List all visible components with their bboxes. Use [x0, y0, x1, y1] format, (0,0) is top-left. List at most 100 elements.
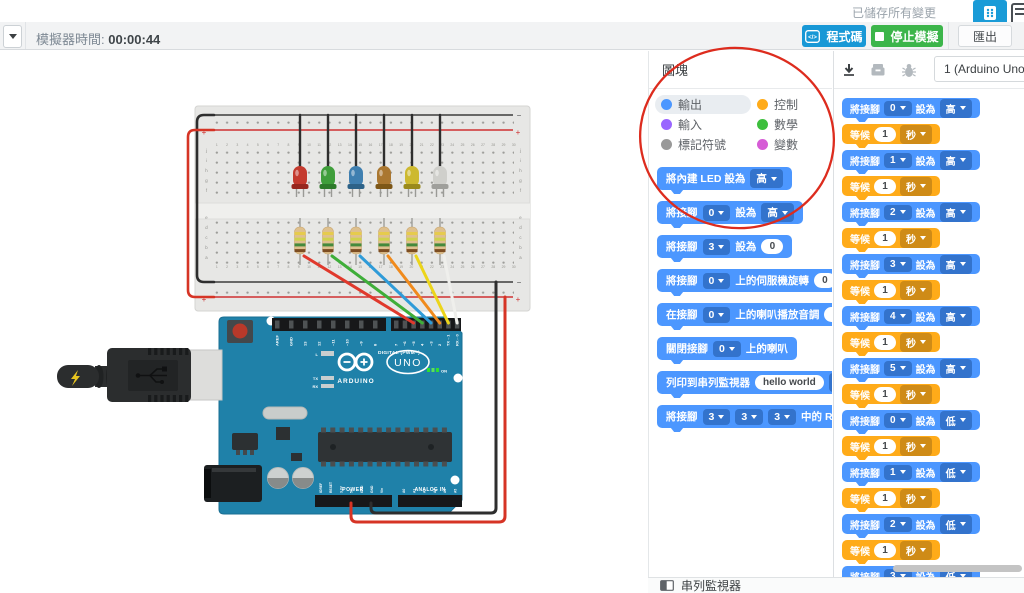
- block-dropdown[interactable]: 0: [703, 307, 731, 323]
- block-dropdown[interactable]: 0: [703, 205, 731, 221]
- block-dropdown[interactable]: 秒: [900, 229, 932, 248]
- block-input[interactable]: 1: [874, 491, 896, 506]
- block-dropdown[interactable]: 3: [703, 239, 731, 255]
- block-dropdown[interactable]: 秒: [900, 125, 932, 144]
- block-dropdown[interactable]: 高: [940, 307, 972, 326]
- block-dropdown[interactable]: 3: [735, 409, 763, 425]
- workspace-block[interactable]: 將接腳0設為低: [842, 410, 980, 430]
- block-input[interactable]: 1: [874, 387, 896, 402]
- block-dropdown[interactable]: 高: [940, 151, 972, 170]
- serial-monitor-bar[interactable]: 串列監視器: [648, 577, 1024, 593]
- block-dropdown[interactable]: 包含以下: [829, 373, 832, 392]
- block-input[interactable]: 1: [874, 127, 896, 142]
- block-dropdown[interactable]: 0: [884, 101, 912, 116]
- block-dropdown[interactable]: 低: [940, 515, 972, 534]
- block-dropdown[interactable]: 0: [713, 341, 741, 357]
- workspace-block[interactable]: 將接腳2設為低: [842, 514, 980, 534]
- arduino-uno-board[interactable]: AREFGND1312~11~10~987~6~54~32TX→1RX←0IOR…: [204, 317, 463, 515]
- palette-block[interactable]: 將接腳0設為高: [657, 201, 803, 224]
- block-dropdown[interactable]: 2: [884, 205, 912, 220]
- block-dropdown[interactable]: 秒: [900, 177, 932, 196]
- palette-block[interactable]: 將接腳3設為0: [657, 235, 792, 258]
- workspace-block[interactable]: 等候1秒: [842, 228, 940, 248]
- horizontal-scrollbar[interactable]: [893, 565, 1022, 572]
- workspace-block[interactable]: 等候1秒: [842, 488, 940, 508]
- code-button[interactable]: </> 程式碼: [802, 25, 866, 47]
- reset-button[interactable]: [227, 320, 253, 343]
- block-dropdown[interactable]: 5: [884, 361, 912, 376]
- block-dropdown[interactable]: 0: [703, 273, 731, 289]
- breadboard[interactable]: jjiihhggffeeddccbbaa11223344556677889910…: [188, 106, 530, 311]
- canvas-menu-button[interactable]: [3, 25, 22, 48]
- palette-category-4[interactable]: 標記符號: [655, 135, 751, 154]
- download-code-button[interactable]: [839, 60, 859, 80]
- block-dropdown[interactable]: 秒: [900, 385, 932, 404]
- palette-category-2[interactable]: 輸入: [655, 115, 751, 134]
- block-input[interactable]: 1: [874, 439, 896, 454]
- workspace-block[interactable]: 將接腳2設為高: [842, 202, 980, 222]
- block-dropdown[interactable]: 高: [940, 359, 972, 378]
- block-input[interactable]: 1: [874, 543, 896, 558]
- palette-category-1[interactable]: 控制: [751, 95, 827, 114]
- block-dropdown[interactable]: 高: [940, 255, 972, 274]
- palette-block[interactable]: 將接腳333中的 RG: [657, 405, 832, 428]
- block-input[interactable]: 0: [761, 239, 783, 254]
- block-dropdown[interactable]: 秒: [900, 541, 932, 560]
- block-dropdown[interactable]: 4: [884, 309, 912, 324]
- block-dropdown[interactable]: 3: [884, 257, 912, 272]
- block-dropdown[interactable]: 0: [884, 413, 912, 428]
- library-button[interactable]: [868, 60, 888, 80]
- block-dropdown[interactable]: 3: [703, 409, 731, 425]
- palette-block[interactable]: 將內建 LED 設為高: [657, 167, 792, 190]
- workspace-block[interactable]: 將接腳0設為高: [842, 98, 980, 118]
- block-dropdown[interactable]: 秒: [900, 489, 932, 508]
- workspace-block[interactable]: 等候1秒: [842, 176, 940, 196]
- block-dropdown[interactable]: 高: [750, 169, 783, 188]
- power-header[interactable]: [315, 495, 392, 507]
- block-dropdown[interactable]: 1: [884, 153, 912, 168]
- block-input[interactable]: 0: [814, 273, 832, 288]
- block-input[interactable]: 1: [874, 283, 896, 298]
- workspace-block[interactable]: 等候1秒: [842, 436, 940, 456]
- workspace-block[interactable]: 將接腳5設為高: [842, 358, 980, 378]
- debug-button[interactable]: [899, 60, 919, 80]
- board-selector[interactable]: 1 (Arduino Uno: [934, 56, 1024, 82]
- palette-category-5[interactable]: 變數: [751, 135, 827, 154]
- workspace-block[interactable]: 將接腳4設為高: [842, 306, 980, 326]
- workspace-block[interactable]: 將接腳1設為高: [842, 150, 980, 170]
- block-dropdown[interactable]: 秒: [900, 437, 932, 456]
- block-dropdown[interactable]: 低: [940, 411, 972, 430]
- export-button[interactable]: 匯出: [958, 25, 1012, 47]
- block-dropdown[interactable]: 3: [768, 409, 796, 425]
- workspace-block[interactable]: 等候1秒: [842, 384, 940, 404]
- palette-block[interactable]: 關閉接腳0上的喇叭: [657, 337, 797, 360]
- usb-cable[interactable]: [57, 348, 222, 402]
- block-dropdown[interactable]: 秒: [900, 281, 932, 300]
- block-input[interactable]: hello world: [755, 375, 824, 390]
- workspace-block[interactable]: 將接腳3設為高: [842, 254, 980, 274]
- block-dropdown[interactable]: 高: [761, 203, 794, 222]
- block-dropdown[interactable]: 秒: [900, 333, 932, 352]
- block-input[interactable]: 1: [874, 335, 896, 350]
- analog-header[interactable]: [398, 495, 462, 507]
- workspace-block[interactable]: 等候1秒: [842, 540, 940, 560]
- block-dropdown[interactable]: 高: [940, 203, 972, 222]
- palette-block[interactable]: 將接腳0上的伺服機旋轉0度: [657, 269, 832, 292]
- block-input[interactable]: 1: [874, 179, 896, 194]
- stop-simulation-button[interactable]: 停止模擬: [871, 25, 943, 47]
- palette-category-0[interactable]: 輸出: [655, 95, 751, 114]
- block-dropdown[interactable]: 低: [940, 463, 972, 482]
- workspace-block[interactable]: 等候1秒: [842, 332, 940, 352]
- palette-category-3[interactable]: 數學: [751, 115, 827, 134]
- workspace-block[interactable]: 等候1秒: [842, 124, 940, 144]
- workspace-block[interactable]: 等候1秒: [842, 280, 940, 300]
- block-input[interactable]: 60: [824, 307, 832, 322]
- workspace-block[interactable]: 將接腳1設為低: [842, 462, 980, 482]
- palette-block[interactable]: 列印到串列監視器hello world包含以下: [657, 371, 832, 394]
- palette-block[interactable]: 在接腳0上的喇叭播放音調60長: [657, 303, 832, 326]
- block-input[interactable]: 1: [874, 231, 896, 246]
- block-dropdown[interactable]: 1: [884, 465, 912, 480]
- atmega-chip[interactable]: [318, 428, 452, 467]
- block-dropdown[interactable]: 2: [884, 517, 912, 532]
- block-dropdown[interactable]: 高: [940, 99, 972, 118]
